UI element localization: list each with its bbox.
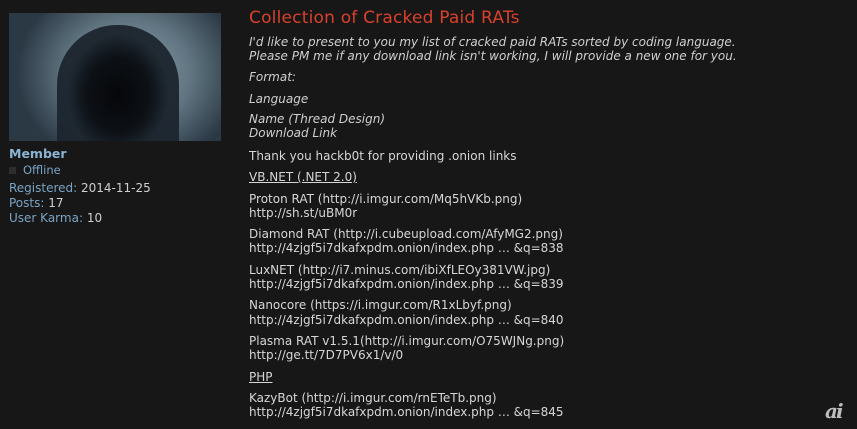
karma-value: 10 — [86, 211, 103, 225]
link-nanocore-download[interactable]: http://4zjgf5i7dkafxpdm.onion/index.php … — [249, 313, 564, 327]
link-diamond-download[interactable]: http://4zjgf5i7dkafxpdm.onion/index.php … — [249, 241, 564, 255]
link-luxnet-image[interactable]: LuxNET (http://i7.minus.com/ibiXfLEOy381… — [249, 263, 550, 277]
registered-label: Registered: — [9, 181, 78, 195]
link-diamond-image[interactable]: Diamond RAT (http://i.cubeupload.com/Afy… — [249, 227, 563, 241]
link-kazybot-image[interactable]: KazyBot (http://i.imgur.com/rnETeTb.png) — [249, 391, 497, 405]
post-title[interactable]: Collection of Cracked Paid RATs — [249, 8, 520, 28]
intro-line-1: I'd like to present to you my list of cr… — [249, 35, 736, 49]
link-plasma-image[interactable]: Plasma RAT v1.5.1(http://i.imgur.com/O75… — [249, 334, 564, 348]
thanks-text: Thank you hackb0t for providing .onion l… — [249, 149, 517, 163]
link-luxnet-download[interactable]: http://4zjgf5i7dkafxpdm.onion/index.php … — [249, 277, 564, 291]
format-name: Name (Thread Design) — [249, 112, 386, 126]
section-heading-php: PHP — [249, 370, 273, 384]
hooded-figure-image — [57, 25, 179, 141]
format-language: Language — [249, 92, 309, 106]
status-dot-icon — [9, 167, 16, 174]
link-kazybot-download[interactable]: http://4zjgf5i7dkafxpdm.onion/index.php … — [249, 405, 564, 419]
registered-row: Registered: 2014-11-25 — [9, 181, 151, 195]
link-nanocore-image[interactable]: Nanocore (https://i.imgur.com/R1xLbyf.pn… — [249, 298, 512, 312]
section-heading-vbnet: VB.NET (.NET 2.0) — [249, 170, 357, 184]
posts-row: Posts: 17 — [9, 196, 64, 210]
karma-label: User Karma: — [9, 211, 83, 225]
posts-label: Posts: — [9, 196, 45, 210]
link-proton-image[interactable]: Proton RAT (http://i.imgur.com/Mq5hVKb.p… — [249, 192, 522, 206]
online-status: Offline — [9, 163, 61, 177]
registered-value: 2014-11-25 — [81, 181, 151, 195]
posts-value: 17 — [48, 196, 64, 210]
avatar[interactable] — [9, 13, 221, 141]
watermark-logo: ai — [825, 399, 844, 423]
karma-row: User Karma: 10 — [9, 211, 102, 225]
intro-line-2: Please PM me if any download link isn't … — [249, 49, 737, 63]
user-rank: Member — [9, 146, 67, 161]
status-label: Offline — [23, 163, 61, 177]
link-proton-download[interactable]: http://sh.st/uBM0r — [249, 206, 357, 220]
format-download: Download Link — [249, 126, 338, 140]
link-plasma-download[interactable]: http://ge.tt/7D7PV6x1/v/0 — [249, 348, 403, 362]
user-sidebar: Member Offline Registered: 2014-11-25 Po… — [0, 0, 232, 429]
format-label: Format: — [249, 70, 296, 84]
